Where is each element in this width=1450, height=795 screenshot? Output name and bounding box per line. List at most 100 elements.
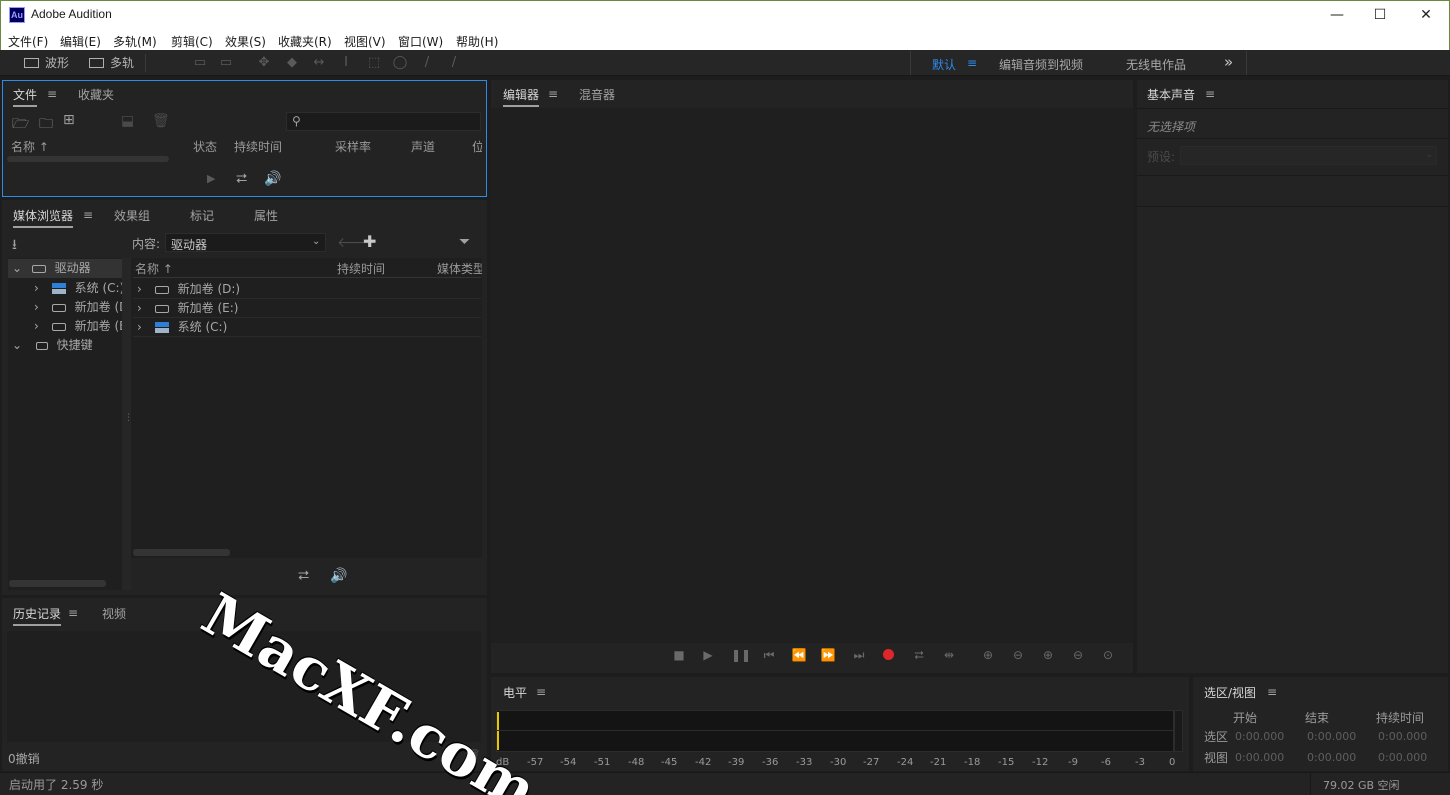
import-file-icon[interactable]: 🗀 (39, 113, 53, 137)
media-row-system-c[interactable]: › 系统 (C:) (133, 318, 481, 337)
maximize-button[interactable]: ☐ (1357, 0, 1403, 30)
tab-favorites[interactable]: 收藏夹 (78, 86, 114, 103)
zoom-in-amplitude-icon[interactable]: ⊕ (980, 647, 996, 663)
zoom-out-time-icon[interactable]: ⊖ (1070, 647, 1086, 663)
zoom-in-time-icon[interactable]: ⊕ (1040, 647, 1056, 663)
tab-video[interactable]: 视频 (102, 605, 126, 622)
media-import-icon[interactable]: ⭳ (12, 234, 17, 258)
menu-effects[interactable]: 效果(S) (225, 33, 266, 50)
files-search-input[interactable]: ⚲ (286, 112, 481, 131)
files-scrollbar[interactable] (7, 156, 169, 162)
media-row-volume-e[interactable]: › 新加卷 (E:) (133, 299, 481, 318)
tab-properties[interactable]: 属性 (254, 207, 278, 224)
files-col-duration[interactable]: 持续时间 (234, 138, 282, 155)
tree-item-volume-e[interactable]: › 新加卷 (E:) (8, 317, 122, 336)
selection-view-menu-icon[interactable]: ≡ (1267, 685, 1277, 699)
zoom-out-full-icon[interactable]: ⊙ (1100, 647, 1116, 663)
selection-duration[interactable]: 0:00.000 (1378, 730, 1427, 743)
view-duration[interactable]: 0:00.000 (1378, 751, 1427, 764)
workspace-edit-audio-to-video[interactable]: 编辑音频到视频 (999, 56, 1083, 73)
workspace-default[interactable]: 默认 (932, 56, 956, 73)
essential-sound-title[interactable]: 基本声音 (1147, 86, 1195, 103)
preset-select[interactable]: ⌄ (1180, 146, 1437, 165)
tree-item-shortcuts[interactable]: ⌄ 快捷键 (8, 336, 122, 355)
view-end[interactable]: 0:00.000 (1307, 751, 1356, 764)
tree-item-system-c[interactable]: › 系统 (C:) (8, 279, 122, 298)
files-panel-menu-icon[interactable]: ≡ (47, 87, 57, 101)
editor-canvas[interactable] (491, 108, 1133, 643)
media-loop-icon[interactable]: ⮂ (298, 568, 309, 584)
menu-clip[interactable]: 剪辑(C) (171, 33, 213, 50)
more-workspaces-icon[interactable]: » (1224, 53, 1233, 71)
play-icon[interactable]: ▶ (700, 647, 716, 663)
brush-tool-icon[interactable]: / (419, 55, 435, 71)
media-col-duration[interactable]: 持续时间 (337, 260, 385, 277)
workspace-radio-production[interactable]: 无线电作品 (1126, 56, 1186, 73)
view-start[interactable]: 0:00.000 (1235, 751, 1284, 764)
files-autoplay-icon[interactable]: 🔊 (264, 171, 281, 187)
media-browser-menu-icon[interactable]: ≡ (83, 208, 93, 222)
levels-menu-icon[interactable]: ≡ (536, 685, 546, 699)
menu-window[interactable]: 窗口(W) (398, 33, 443, 50)
close-button[interactable]: ✕ (1403, 0, 1449, 30)
files-col-status[interactable]: 状态 (193, 138, 217, 155)
media-col-name[interactable]: 名称 ↑ (135, 260, 173, 277)
files-col-bits[interactable]: 位 (472, 138, 482, 155)
menu-view[interactable]: 视图(V) (344, 33, 386, 50)
media-autoplay-icon[interactable]: 🔊 (330, 568, 347, 584)
media-col-type[interactable]: 媒体类型 (437, 260, 482, 277)
files-loop-icon[interactable]: ⮂ (236, 171, 247, 187)
skip-selection-icon[interactable]: ⇹ (941, 647, 957, 663)
tab-mixer[interactable]: 混音器 (579, 86, 615, 103)
spectral-display-icon[interactable]: ▭ (192, 55, 208, 71)
loop-playback-icon[interactable]: ⮂ (911, 647, 927, 663)
multitrack-view-button[interactable]: 多轨 (85, 53, 134, 73)
move-to-previous-icon[interactable]: ⏮ (761, 647, 777, 663)
stop-icon[interactable]: ■ (671, 647, 687, 663)
tab-media-browser[interactable]: 媒体浏览器 (13, 207, 74, 228)
slip-tool-icon[interactable]: ↔ (311, 55, 327, 71)
razor-tool-icon[interactable]: ◆ (284, 55, 300, 71)
media-list-scrollbar[interactable] (133, 549, 230, 556)
spot-healing-tool-icon[interactable]: / (446, 55, 462, 71)
filter-icon[interactable]: ⏷ (459, 234, 470, 250)
files-col-name[interactable]: 名称 ↑ (11, 138, 49, 155)
rewind-icon[interactable]: ⏪ (791, 647, 807, 663)
pause-icon[interactable]: ❚❚ (731, 647, 751, 663)
menu-help[interactable]: 帮助(H) (456, 33, 498, 50)
menu-multitrack[interactable]: 多轨(M) (113, 33, 157, 50)
menu-favorites[interactable]: 收藏夹(R) (278, 33, 332, 50)
tab-editor[interactable]: 编辑器 (503, 86, 540, 107)
new-file-icon[interactable]: ⊞ (63, 112, 75, 128)
media-row-volume-d[interactable]: › 新加卷 (D:) (133, 280, 481, 299)
menu-file[interactable]: 文件(F) (8, 33, 48, 50)
move-tool-icon[interactable]: ✥ (256, 55, 272, 71)
open-file-icon[interactable]: 🗁 (12, 113, 29, 137)
content-select[interactable]: 驱动器 ⌄ (165, 233, 326, 252)
tree-splitter[interactable]: ⋮ (122, 258, 133, 590)
essential-sound-menu-icon[interactable]: ≡ (1205, 87, 1215, 101)
selection-end[interactable]: 0:00.000 (1307, 730, 1356, 743)
add-shortcut-icon[interactable]: ✚ (363, 232, 376, 251)
workspace-menu-icon[interactable]: ≡ (967, 56, 977, 70)
record-button[interactable] (883, 649, 894, 660)
minimize-button[interactable]: — (1314, 0, 1360, 30)
waveform-view-button[interactable]: 波形 (20, 53, 69, 73)
editor-panel-menu-icon[interactable]: ≡ (548, 87, 558, 101)
history-panel-menu-icon[interactable]: ≡ (68, 606, 78, 620)
tab-files[interactable]: 文件 (13, 86, 38, 107)
files-col-sample-rate[interactable]: 采样率 (335, 138, 371, 155)
spectral-pitch-icon[interactable]: ▭ (218, 55, 234, 71)
files-col-channels[interactable]: 声道 (411, 138, 435, 155)
insert-into-multitrack-icon[interactable]: ⬓ (121, 113, 134, 129)
marquee-tool-icon[interactable]: ⬚ (366, 55, 382, 71)
levels-title[interactable]: 电平 (503, 684, 527, 701)
tree-item-volume-d[interactable]: › 新加卷 (D:) (8, 298, 122, 317)
time-selection-tool-icon[interactable]: I (338, 55, 354, 71)
tree-item-drives[interactable]: ⌄ 驱动器 (8, 259, 122, 278)
tree-scrollbar[interactable] (9, 580, 106, 587)
delete-file-icon[interactable]: 🗑 (152, 113, 170, 129)
tab-history[interactable]: 历史记录 (13, 605, 62, 626)
selection-view-title[interactable]: 选区/视图 (1204, 684, 1256, 701)
menu-edit[interactable]: 编辑(E) (60, 33, 101, 50)
